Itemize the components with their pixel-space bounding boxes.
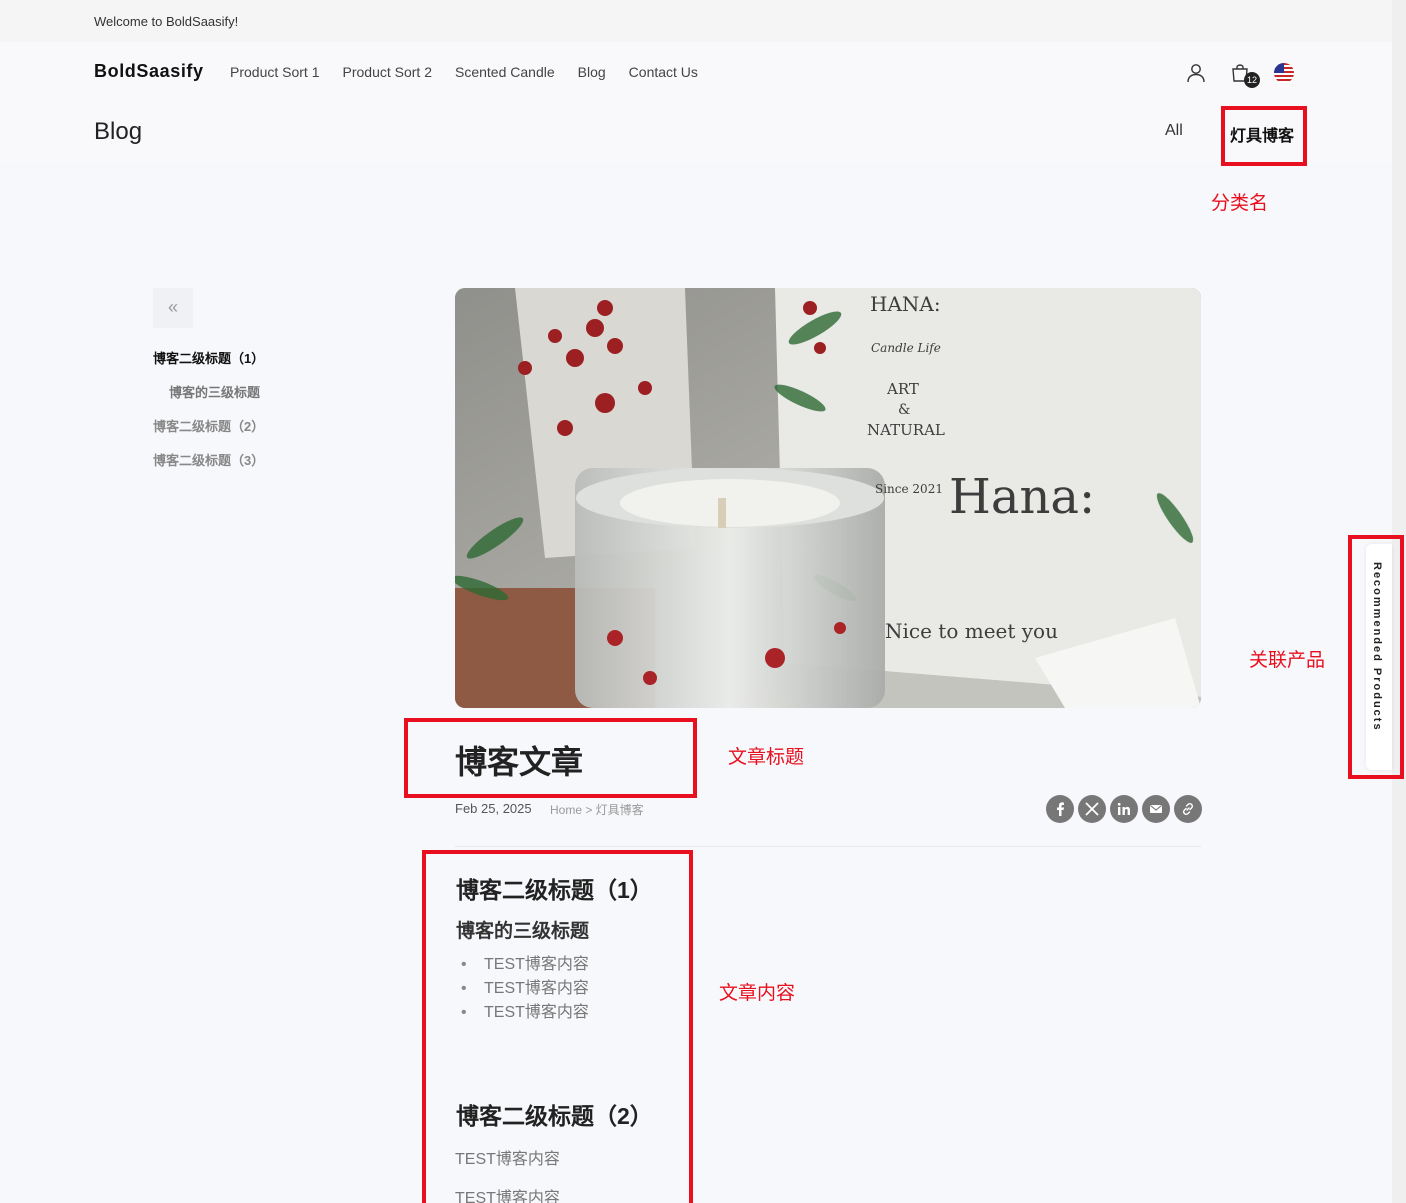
- cart-count-badge: 12: [1244, 72, 1260, 88]
- site-header: BoldSaasify Product Sort 1 Product Sort …: [0, 42, 1392, 162]
- box-text: Since 2021: [875, 482, 943, 496]
- nav-contact-us[interactable]: Contact Us: [629, 64, 698, 80]
- collapse-toc-icon[interactable]: «: [153, 288, 193, 328]
- nav-product-sort-1[interactable]: Product Sort 1: [230, 64, 320, 80]
- linkedin-icon[interactable]: [1110, 795, 1138, 823]
- annotation-box-title: [404, 718, 697, 798]
- nav-blog[interactable]: Blog: [578, 64, 606, 80]
- annotation-box-category: [1221, 106, 1307, 166]
- user-icon[interactable]: [1185, 62, 1207, 84]
- page-title: Blog: [94, 118, 143, 145]
- welcome-bar: Welcome to BoldSaasify!: [0, 0, 1392, 42]
- box-text: ART: [886, 380, 919, 398]
- box-text: Hana:: [949, 469, 1095, 525]
- x-icon[interactable]: [1078, 795, 1106, 823]
- box-text: HANA:: [870, 292, 941, 316]
- annotation-box-related: [1348, 535, 1404, 779]
- toc-item[interactable]: 博客的三级标题: [153, 376, 264, 410]
- welcome-text: Welcome to BoldSaasify!: [94, 14, 239, 29]
- box-text: Candle Life: [871, 341, 941, 355]
- us-flag-icon[interactable]: [1273, 62, 1295, 84]
- site-logo[interactable]: BoldSaasify: [94, 61, 204, 82]
- hero-image: HANA: Candle Life ART & NATURAL Since 20…: [455, 288, 1201, 708]
- box-text: &: [898, 402, 910, 418]
- toc-item[interactable]: 博客二级标题（1）: [153, 342, 264, 376]
- nav-scented-candle[interactable]: Scented Candle: [455, 64, 555, 80]
- main-nav: Product Sort 1 Product Sort 2 Scented Ca…: [230, 64, 698, 80]
- email-icon[interactable]: [1142, 795, 1170, 823]
- link-icon[interactable]: [1174, 795, 1202, 823]
- annotation-label-content: 文章内容: [719, 983, 796, 1004]
- box-text: Nice to meet you: [885, 619, 1058, 643]
- annotation-box-content: [422, 850, 693, 1203]
- annotation-label-category: 分类名: [1211, 193, 1269, 214]
- meta-divider: [455, 846, 1201, 847]
- table-of-contents: 博客二级标题（1） 博客的三级标题 博客二级标题（2） 博客二级标题（3）: [153, 342, 264, 478]
- annotation-label-related: 关联产品: [1249, 650, 1326, 671]
- publish-date: Feb 25, 2025: [455, 801, 532, 816]
- share-buttons: [1046, 795, 1202, 823]
- box-text: NATURAL: [867, 421, 945, 439]
- toc-item[interactable]: 博客二级标题（3）: [153, 444, 264, 478]
- breadcrumb[interactable]: Home > 灯具博客: [550, 801, 644, 818]
- nav-product-sort-2[interactable]: Product Sort 2: [343, 64, 433, 80]
- annotation-label-title: 文章标题: [728, 747, 805, 768]
- candle-photo: HANA: Candle Life ART & NATURAL Since 20…: [455, 288, 1201, 708]
- facebook-icon[interactable]: [1046, 795, 1074, 823]
- category-all-tab[interactable]: All: [1165, 122, 1183, 140]
- toc-item[interactable]: 博客二级标题（2）: [153, 410, 264, 444]
